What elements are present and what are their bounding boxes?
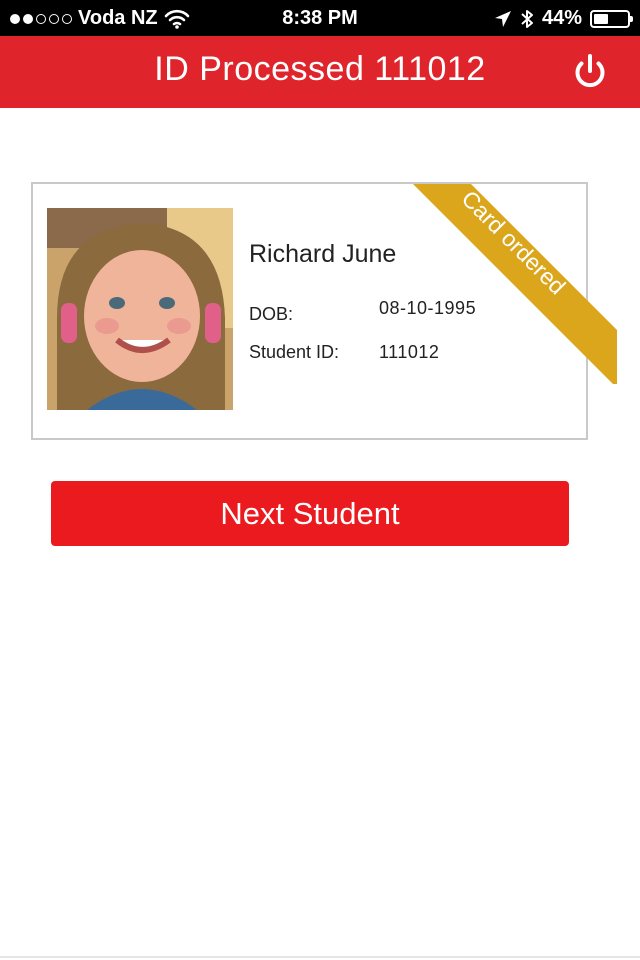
app-header: ID Processed 111012	[0, 36, 640, 108]
status-right: 44%	[494, 7, 633, 30]
student-id-label: Student ID:	[249, 342, 340, 362]
battery-icon	[590, 9, 633, 28]
status-bar: Voda NZ 8:38 PM 44%	[0, 0, 640, 36]
bottom-divider	[0, 956, 640, 958]
student-card: Richard June DOB: 08-10-1995 Student ID:…	[31, 182, 617, 440]
student-photo	[47, 208, 233, 410]
location-arrow-icon	[494, 10, 511, 27]
next-student-button[interactable]: Next Student	[51, 481, 569, 546]
card-ordered-ribbon: Card ordered	[363, 184, 623, 384]
dob-label: DOB:	[249, 304, 294, 324]
next-student-label: Next Student	[220, 495, 400, 531]
battery-percent: 44%	[541, 7, 582, 29]
page-title: ID Processed 111012	[154, 50, 486, 88]
power-button[interactable]	[570, 52, 610, 92]
bluetooth-icon	[521, 9, 533, 28]
power-icon	[575, 54, 605, 88]
